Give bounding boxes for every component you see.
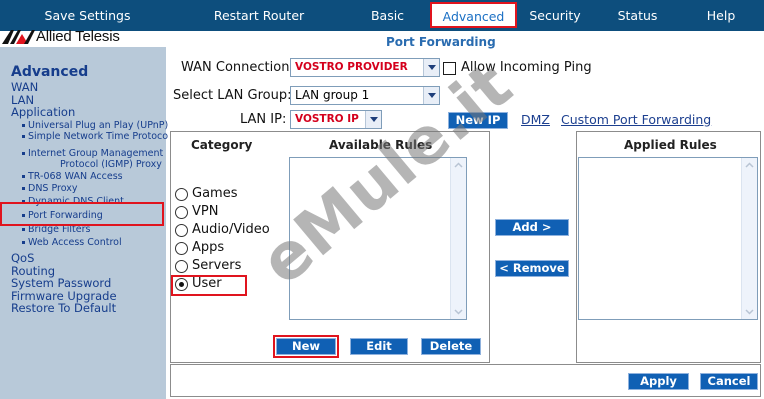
sidebar-sub-label: Web Access Control: [28, 237, 122, 248]
category-apps-label: Apps: [192, 240, 225, 255]
page-title: Port Forwarding: [386, 35, 496, 49]
lan-group-label: Select LAN Group:: [173, 88, 292, 103]
lan-ip-select[interactable]: VOSTRO IP: [290, 110, 382, 129]
bullet-icon: [22, 175, 25, 178]
sidebar-sub-igmp[interactable]: Internet Group Management: [22, 148, 163, 159]
applied-rules-header: Applied Rules: [624, 138, 717, 152]
sidebar-section-advanced[interactable]: Advanced: [11, 64, 88, 80]
nav-advanced[interactable]: Advanced: [430, 2, 517, 28]
category-header: Category: [191, 138, 253, 152]
apply-button[interactable]: Apply: [628, 373, 689, 390]
lan-ip-value: VOSTRO IP: [295, 113, 359, 125]
sidebar-sub-label: Simple Network Time Protoco: [28, 131, 169, 142]
allow-ping-label: Allow Incoming Ping: [461, 60, 592, 75]
scroll-up-icon[interactable]: [451, 158, 466, 173]
nav-security[interactable]: Security: [522, 0, 588, 31]
new-ip-button[interactable]: New IP: [448, 112, 508, 129]
delete-rule-button[interactable]: Delete: [421, 338, 481, 355]
sidebar-sub-label: DNS Proxy: [28, 183, 78, 194]
bullet-icon: [22, 124, 25, 127]
applied-rules-scrollbar[interactable]: [741, 158, 757, 319]
bullet-icon: [22, 241, 25, 244]
sidebar-sub-upnp[interactable]: Universal Plug an Play (UPnP): [22, 120, 168, 131]
chevron-down-icon: [423, 59, 439, 76]
available-rules-list[interactable]: [289, 157, 467, 320]
sidebar-item-wan[interactable]: WAN: [11, 80, 38, 94]
lan-ip-label: LAN IP:: [240, 112, 287, 127]
radio-games[interactable]: [175, 188, 188, 201]
wan-connection-select[interactable]: VOSTRO PROVIDER: [290, 58, 440, 77]
sidebar-sub-label: TR-068 WAN Access: [28, 171, 123, 182]
chevron-down-icon: [365, 111, 381, 128]
chevron-down-icon: [423, 87, 439, 104]
scroll-up-icon[interactable]: [742, 158, 757, 173]
edit-rule-button[interactable]: Edit: [350, 338, 408, 355]
category-servers-label: Servers: [192, 258, 242, 273]
lan-group-value: LAN group 1: [295, 88, 370, 102]
category-games-label: Games: [192, 186, 238, 201]
scroll-down-icon[interactable]: [451, 304, 466, 319]
sidebar-sub-label: Universal Plug an Play (UPnP): [28, 120, 169, 131]
applied-rules-list[interactable]: [578, 157, 758, 320]
nav-restart-router[interactable]: Restart Router: [195, 0, 323, 31]
radio-audio-video[interactable]: [175, 224, 188, 237]
custom-port-forwarding-link[interactable]: Custom Port Forwarding: [561, 112, 711, 127]
lan-group-select[interactable]: LAN group 1: [290, 86, 440, 105]
nav-save-settings[interactable]: Save Settings: [20, 0, 155, 31]
nav-help[interactable]: Help: [690, 0, 752, 31]
radio-apps[interactable]: [175, 242, 188, 255]
category-vpn-label: VPN: [192, 204, 219, 219]
bullet-icon: [22, 135, 25, 138]
sidebar-sub-tr068[interactable]: TR-068 WAN Access: [22, 171, 123, 182]
wan-connection-label: WAN Connection:: [181, 60, 294, 75]
sidebar-sub-sntp[interactable]: Simple Network Time Protoco: [22, 131, 168, 142]
port-forwarding-highlight: [0, 202, 164, 226]
sidebar-sub-dns-proxy[interactable]: DNS Proxy: [22, 183, 78, 194]
sidebar-item-restore-default[interactable]: Restore To Default: [11, 301, 116, 315]
logo-text: Allied Telesis: [36, 28, 120, 45]
category-audio-video-label: Audio/Video: [192, 222, 270, 237]
brand-logo: Allied Telesis: [2, 28, 162, 46]
wan-connection-value: VOSTRO PROVIDER: [295, 61, 408, 73]
available-rules-header: Available Rules: [329, 138, 433, 152]
sidebar-item-qos[interactable]: QoS: [11, 251, 34, 265]
user-highlight: [171, 275, 247, 296]
available-rules-scrollbar[interactable]: [450, 158, 466, 319]
top-nav-bar: Save Settings Restart Router Basic Advan…: [0, 0, 764, 31]
sidebar-item-application[interactable]: Application: [11, 105, 75, 119]
add-rule-button[interactable]: Add >: [495, 219, 569, 236]
cancel-button[interactable]: Cancel: [700, 373, 758, 390]
sidebar-item-system-password[interactable]: System Password: [11, 276, 111, 290]
radio-vpn[interactable]: [175, 206, 188, 219]
allow-ping-checkbox[interactable]: [443, 62, 456, 75]
bullet-icon: [22, 187, 25, 190]
bullet-icon: [22, 228, 25, 231]
scroll-down-icon[interactable]: [742, 304, 757, 319]
sidebar-sub-igmp-line2[interactable]: Protocol (IGMP) Proxy: [60, 159, 162, 170]
sidebar-sub-label: Internet Group Management: [28, 148, 164, 159]
sidebar-sub-web-access[interactable]: Web Access Control: [22, 237, 122, 248]
remove-rule-button[interactable]: < Remove: [495, 260, 569, 277]
new-button-highlight: [273, 335, 339, 358]
nav-status[interactable]: Status: [600, 0, 675, 31]
nav-basic[interactable]: Basic: [350, 0, 425, 31]
bullet-icon: [22, 152, 25, 155]
dmz-link[interactable]: DMZ: [521, 112, 550, 127]
radio-servers[interactable]: [175, 260, 188, 273]
logo-mark-icon: [2, 30, 35, 44]
